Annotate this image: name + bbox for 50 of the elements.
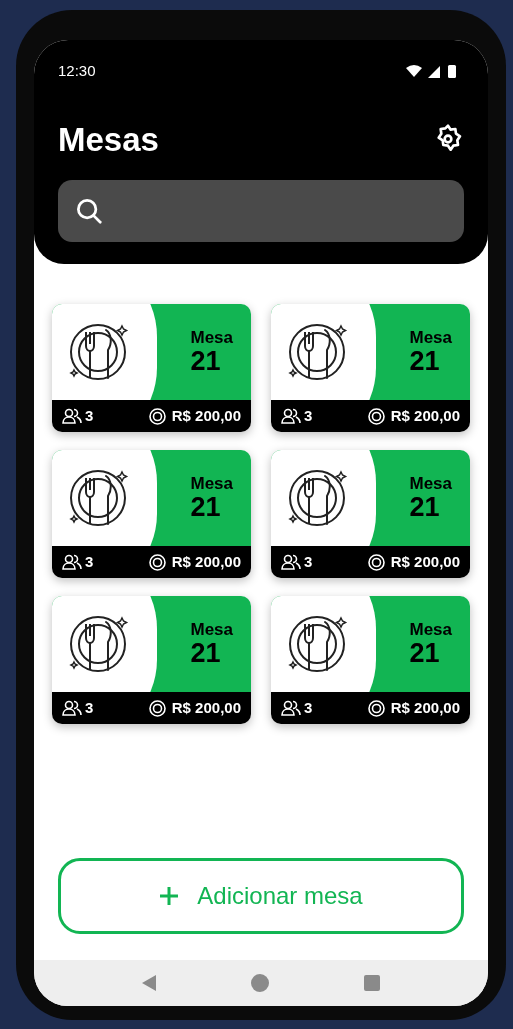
guest-count: 3	[85, 697, 94, 718]
search-field[interactable]	[58, 180, 464, 242]
table-amount: R$ 200,00	[171, 551, 241, 572]
table-number: 21	[409, 348, 440, 375]
people-icon	[62, 554, 82, 570]
table-label: Mesa	[409, 475, 452, 492]
table-label: Mesa	[190, 329, 233, 346]
coin-icon	[367, 553, 385, 571]
people-icon	[281, 700, 301, 716]
status-time: 12:30	[58, 61, 96, 81]
plus-icon	[159, 886, 180, 906]
home-icon[interactable]	[250, 973, 270, 993]
table-amount: R$ 200,00	[171, 405, 241, 426]
search-icon	[74, 196, 104, 226]
table-amount: R$ 200,00	[390, 697, 460, 718]
guest-count: 3	[304, 697, 313, 718]
table-card[interactable]: Mesa 21 3 R$ 200,00	[271, 304, 470, 432]
table-card[interactable]: Mesa 21 3 R$ 200,00	[52, 304, 251, 432]
page-title: Mesas	[58, 119, 159, 160]
coin-icon	[148, 407, 166, 425]
table-label: Mesa	[190, 475, 233, 492]
table-card[interactable]: Mesa 21 3 R$ 200,00	[52, 450, 251, 578]
guest-count: 3	[304, 551, 313, 572]
table-number: 21	[409, 640, 440, 667]
guest-count: 3	[304, 405, 313, 426]
people-icon	[62, 408, 82, 424]
people-icon	[62, 700, 82, 716]
coin-icon	[148, 699, 166, 717]
table-card[interactable]: Mesa 21 3 R$ 200,00	[271, 596, 470, 724]
table-number: 21	[190, 494, 221, 521]
table-amount: R$ 200,00	[171, 697, 241, 718]
coin-icon	[367, 407, 385, 425]
table-label: Mesa	[190, 621, 233, 638]
table-label: Mesa	[409, 621, 452, 638]
table-card[interactable]: Mesa 21 3 R$ 200,00	[271, 450, 470, 578]
coin-icon	[367, 699, 385, 717]
table-number: 21	[409, 494, 440, 521]
guest-count: 3	[85, 551, 94, 572]
table-number: 21	[190, 640, 221, 667]
table-amount: R$ 200,00	[390, 551, 460, 572]
people-icon	[281, 554, 301, 570]
table-label: Mesa	[409, 329, 452, 346]
table-amount: R$ 200,00	[390, 405, 460, 426]
recent-apps-icon[interactable]	[363, 974, 382, 992]
back-icon[interactable]	[140, 974, 157, 992]
people-icon	[281, 408, 301, 424]
table-number: 21	[190, 348, 221, 375]
coin-icon	[148, 553, 166, 571]
table-card[interactable]: Mesa 21 3 R$ 200,00	[52, 596, 251, 724]
guest-count: 3	[85, 405, 94, 426]
